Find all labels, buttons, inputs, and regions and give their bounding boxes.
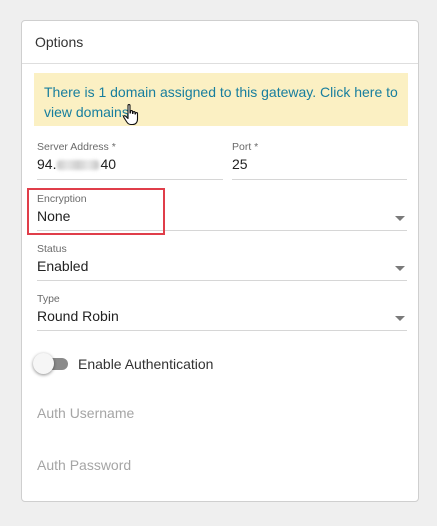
- status-underline: [37, 280, 407, 281]
- type-select[interactable]: Type Round Robin: [37, 293, 119, 325]
- server-address-prefix: 94.: [37, 156, 57, 172]
- status-label: Status: [37, 243, 67, 255]
- status-select[interactable]: Status Enabled: [37, 243, 88, 275]
- server-address-underline: [37, 179, 223, 180]
- port-value[interactable]: 25: [232, 155, 258, 173]
- auth-username-input[interactable]: Auth Username: [37, 405, 134, 421]
- options-card: Options There is 1 domain assigned to th…: [21, 20, 419, 502]
- alert-text-line-1: There is 1 domain assigned to this gatew…: [44, 84, 398, 100]
- server-address-field[interactable]: Server Address * 94. 40: [37, 141, 116, 173]
- type-dropdown-caret-icon[interactable]: [395, 316, 405, 321]
- hand-pointer-cursor-icon: [123, 104, 139, 126]
- encryption-dropdown-caret-icon[interactable]: [395, 216, 405, 221]
- status-dropdown-caret-icon[interactable]: [395, 266, 405, 271]
- type-value: Round Robin: [37, 308, 119, 324]
- server-address-suffix: 40: [100, 156, 117, 172]
- card-title: Options: [35, 34, 84, 50]
- auth-password-input[interactable]: Auth Password: [37, 457, 131, 473]
- domains-alert-link[interactable]: There is 1 domain assigned to this gatew…: [34, 73, 408, 126]
- enable-authentication-label: Enable Authentication: [78, 356, 214, 372]
- alert-text-line-2: view domains.: [44, 104, 133, 120]
- port-underline: [232, 179, 407, 180]
- port-field[interactable]: Port * 25: [232, 141, 258, 173]
- toggle-knob[interactable]: [33, 353, 54, 374]
- port-label: Port *: [232, 141, 259, 153]
- type-underline: [37, 330, 407, 331]
- encryption-highlight-box: [27, 188, 165, 235]
- server-address-label: Server Address *: [37, 141, 116, 153]
- card-header: Options: [22, 21, 418, 64]
- status-value: Enabled: [37, 258, 89, 274]
- type-label: Type: [37, 293, 60, 305]
- redacted-ip-segment: [57, 160, 100, 170]
- server-address-value[interactable]: 94. 40: [37, 155, 116, 173]
